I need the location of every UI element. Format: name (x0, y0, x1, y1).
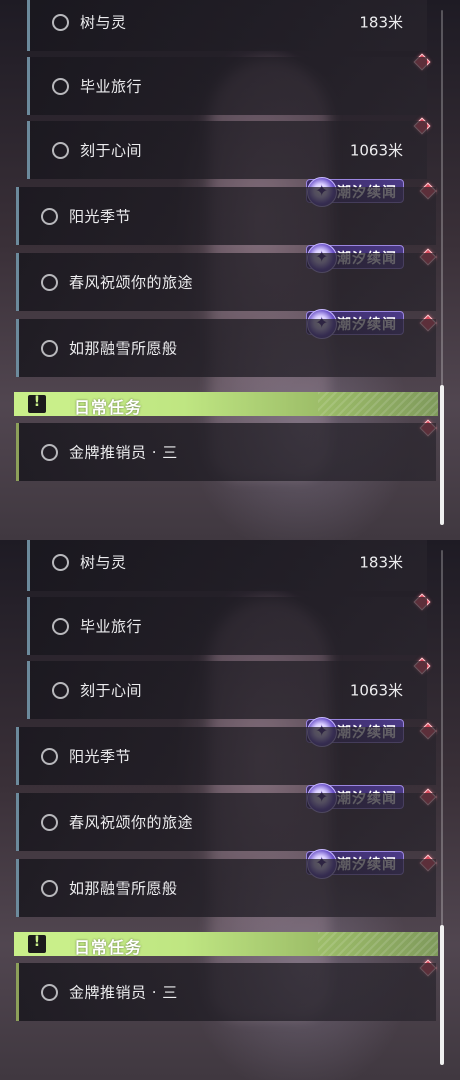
quest-item-daily[interactable]: 金牌推销员 · 三 (16, 423, 436, 481)
scrollbar-thumb[interactable] (440, 925, 444, 1065)
quest-item-sub[interactable]: 毕业旅行 (27, 57, 427, 115)
quest-name: 金牌推销员 · 三 (69, 983, 178, 1002)
quest-item-daily[interactable]: 金牌推销员 · 三 (16, 963, 436, 1021)
quest-item-tagged[interactable]: 春风祝颂你的旅途 (16, 253, 436, 311)
header-decoration (318, 392, 438, 416)
circle-icon (52, 14, 69, 31)
circle-icon (41, 274, 58, 291)
quest-name: 刻于心间 (80, 141, 143, 160)
quest-distance: 1063米 (349, 681, 403, 700)
quest-item-tagged[interactable]: 阳光季节 (16, 727, 436, 785)
quest-item-sub[interactable]: 刻于心间 1063米 (27, 661, 427, 719)
circle-icon (52, 554, 69, 571)
circle-icon (41, 340, 58, 357)
quest-item-sub[interactable]: 毕业旅行 (27, 597, 427, 655)
quest-name: 春风祝颂你的旅途 (69, 273, 194, 292)
quest-item-tagged[interactable]: 春风祝颂你的旅途 (16, 793, 436, 851)
daily-quests-header[interactable]: 日常任务 (14, 932, 438, 957)
quest-name: 金牌推销员 · 三 (69, 443, 178, 462)
quest-name: 春风祝颂你的旅途 (69, 813, 194, 832)
quest-name: 树与灵 (80, 553, 127, 572)
circle-icon (52, 618, 69, 635)
circle-icon (41, 208, 58, 225)
quest-name: 阳光季节 (69, 207, 132, 226)
quest-distance: 183米 (359, 13, 403, 32)
quest-item-sub[interactable]: 树与灵 183米 (27, 540, 427, 591)
daily-quests-title: 日常任务 (74, 938, 143, 957)
quest-distance: 1063米 (349, 141, 403, 160)
circle-icon (41, 814, 58, 831)
quest-item-sub[interactable]: 刻于心间 1063米 (27, 121, 427, 179)
circle-icon (52, 142, 69, 159)
quest-item-tagged[interactable]: 如那融雪所愿般 (16, 319, 436, 377)
daily-quests-title: 日常任务 (74, 398, 143, 417)
circle-icon (52, 682, 69, 699)
header-decoration (318, 932, 438, 956)
quest-item-tagged[interactable]: 阳光季节 (16, 187, 436, 245)
exclamation-icon (28, 394, 46, 413)
quest-name: 刻于心间 (80, 681, 143, 700)
quest-panel-top: 树与灵 183米 毕业旅行 刻于心间 1063米 潮汐续闻 阳光季节 潮汐续闻 … (0, 0, 460, 540)
circle-icon (41, 444, 58, 461)
quest-distance: 183米 (359, 553, 403, 572)
quest-item-sub[interactable]: 树与灵 183米 (27, 0, 427, 51)
quest-name: 毕业旅行 (80, 617, 143, 636)
circle-icon (41, 880, 58, 897)
circle-icon (41, 984, 58, 1001)
quest-name: 毕业旅行 (80, 77, 143, 96)
exclamation-icon (28, 934, 46, 953)
quest-name: 如那融雪所愿般 (69, 339, 178, 358)
quest-item-tagged[interactable]: 如那融雪所愿般 (16, 859, 436, 917)
circle-icon (41, 748, 58, 765)
quest-panel-bottom: 树与灵 183米 毕业旅行 刻于心间 1063米 潮汐续闻 阳光季节 潮汐续闻 … (0, 540, 460, 1080)
quest-name: 树与灵 (80, 13, 127, 32)
daily-quests-header[interactable]: 日常任务 (14, 392, 438, 417)
scrollbar-thumb[interactable] (440, 385, 444, 525)
quest-name: 如那融雪所愿般 (69, 879, 178, 898)
quest-name: 阳光季节 (69, 747, 132, 766)
circle-icon (52, 78, 69, 95)
